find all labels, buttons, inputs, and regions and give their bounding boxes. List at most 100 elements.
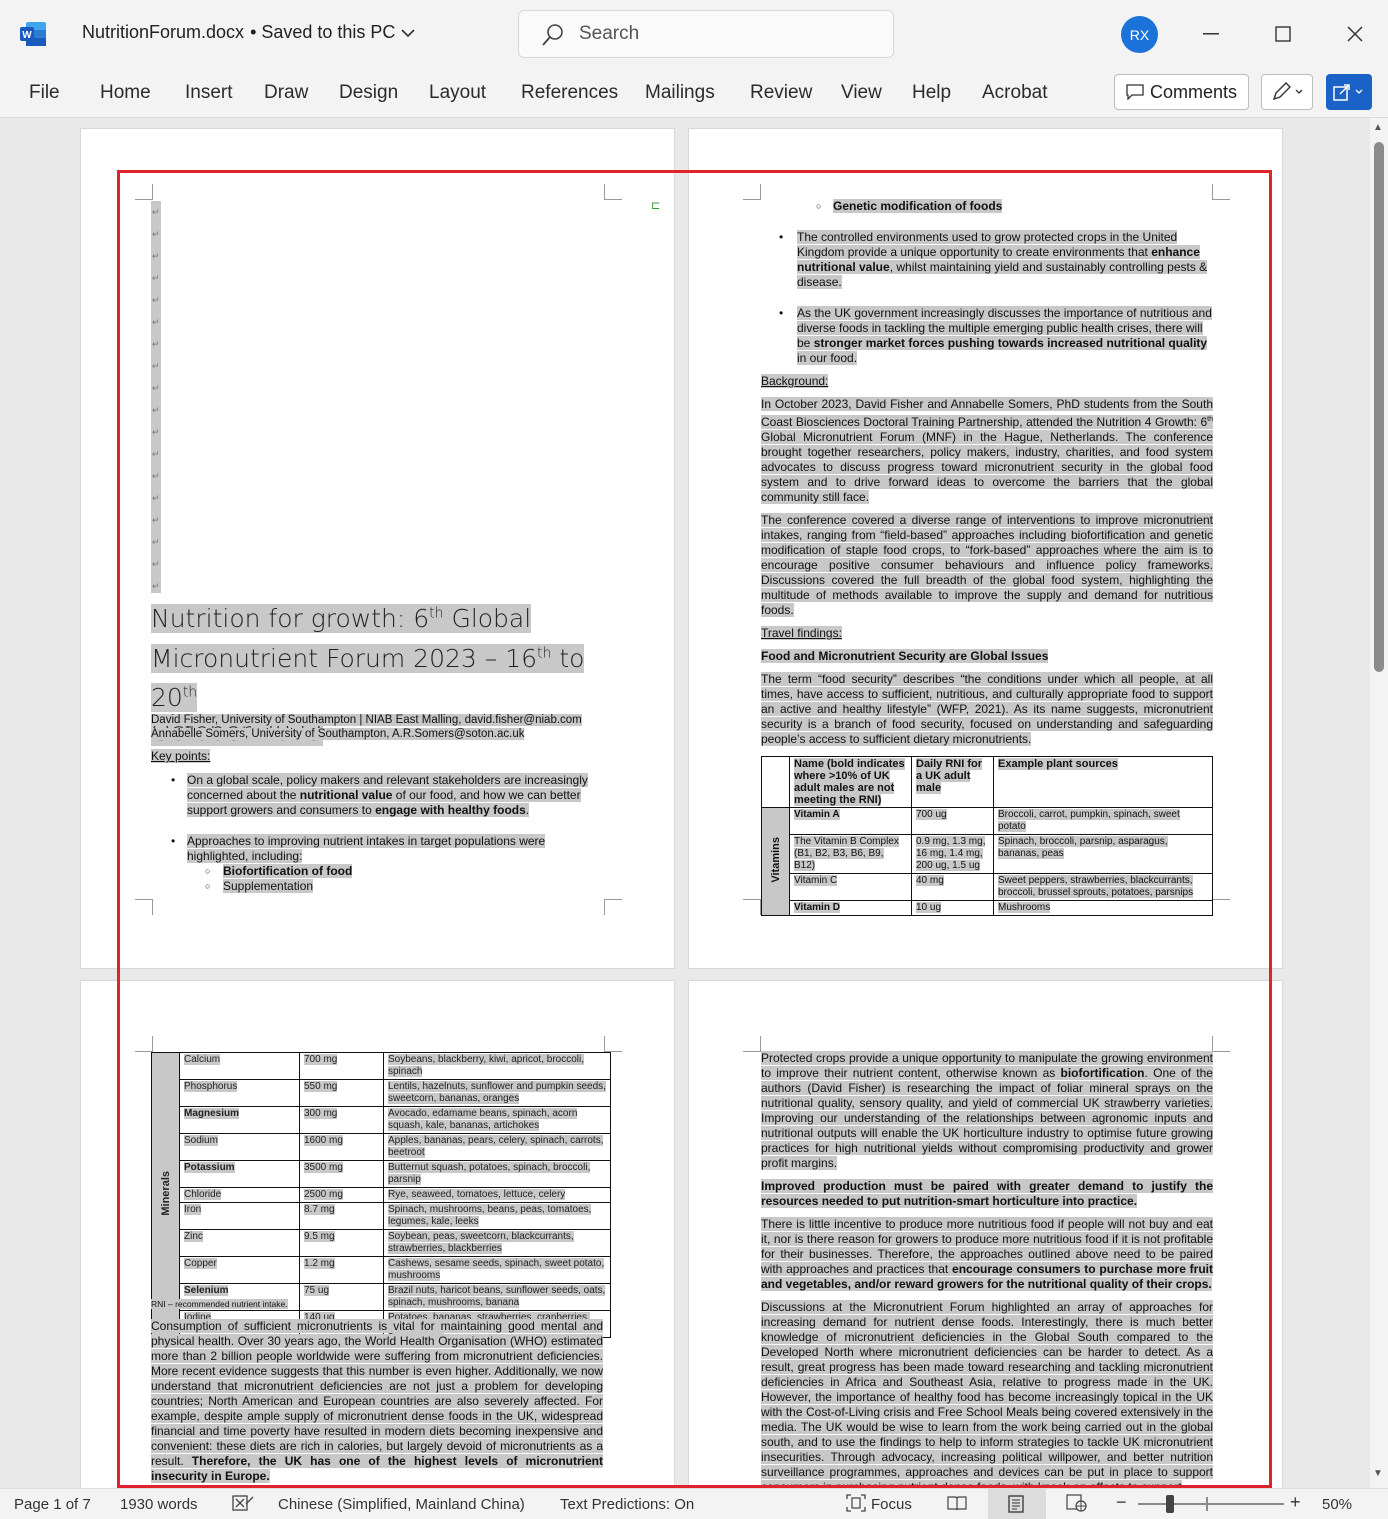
- pencil-icon: [1272, 82, 1303, 101]
- tab-acrobat[interactable]: Acrobat: [982, 82, 1047, 104]
- table-row: Copper 1.2 mg Cashews, sesame seeds, spina…: [152, 1256, 611, 1284]
- doc-name: NutritionForum.docx: [82, 22, 245, 42]
- close-button[interactable]: [1341, 20, 1369, 48]
- scroll-up-icon[interactable]: ▲: [1373, 122, 1383, 133]
- author-2: Annabelle Somers, University of Southamp…: [151, 728, 525, 740]
- table-row: Phosphorus 550 mg Lentils, hazelnuts, sunf…: [152, 1079, 611, 1107]
- status-bar: Page 1 of 7 1930 words Chinese (Simplifi…: [0, 1488, 1388, 1519]
- crop-mark: [1212, 184, 1230, 200]
- key-points-heading: Key points:: [151, 749, 211, 763]
- document-title[interactable]: NutritionForum.docx • Saved to this PC: [82, 22, 416, 43]
- page-2[interactable]: ○ Genetic modification of foods • The cont…: [688, 128, 1283, 969]
- share-button[interactable]: [1326, 74, 1372, 110]
- crop-mark: [1212, 1036, 1230, 1052]
- food-security-paragraph: The term “food security” describes “the …: [761, 672, 1213, 746]
- read-mode-icon[interactable]: [946, 1494, 968, 1516]
- authors: David Fisher, University of Southampton …: [151, 713, 621, 741]
- ribbon-tabs: File Home Insert Draw Design Layout Refe…: [0, 68, 1388, 118]
- language-indicator[interactable]: Chinese (Simplified, Mainland China): [278, 1496, 525, 1513]
- incentive-paragraph: There is little incentive to produce mor…: [761, 1217, 1214, 1291]
- zoom-slider-center-tick: [1206, 1497, 1208, 1511]
- table-row: The Vitamin B Complex (B1, B2, B3, B6, B…: [762, 834, 1213, 874]
- tab-view[interactable]: View: [841, 82, 882, 104]
- tab-review[interactable]: Review: [750, 82, 812, 104]
- sub-list-item: ○ Biofortification of food: [205, 864, 353, 878]
- tab-layout[interactable]: Layout: [429, 82, 486, 104]
- table-row: Chloride 2500 mg Rye, seaweed, tomatoes, l…: [152, 1187, 611, 1203]
- tab-insert[interactable]: Insert: [185, 82, 233, 104]
- discussions-paragraph: Discussions at the Micronutrient Forum h…: [761, 1300, 1213, 1488]
- zoom-slider[interactable]: [1138, 1495, 1284, 1513]
- page-1[interactable]: ↵ ↵ ↵ ↵ ↵ ↵ ↵ ↵ ↵ ↵ ↵ ↵ ↵ ↵ ↵ ↵ ↵ ↵ ⊏ Nutrition for growt…: [80, 128, 675, 969]
- scroll-down-icon[interactable]: ▼: [1373, 1468, 1383, 1479]
- tab-help[interactable]: Help: [912, 82, 951, 104]
- tab-file[interactable]: File: [29, 82, 60, 104]
- sub-list-item: ○ Supplementation: [205, 879, 314, 893]
- print-layout-icon: [1008, 1495, 1024, 1513]
- tab-draw[interactable]: Draw: [264, 82, 308, 104]
- crop-mark: [135, 184, 153, 200]
- table-note: RNI – recommended nutrient intake.: [151, 1299, 288, 1309]
- page-2-body: ○ Genetic modification of foods • The cont…: [761, 199, 1213, 916]
- table-row: Zinc 9.5 mg Soybean, peas, sweetcorn, blac…: [152, 1229, 611, 1257]
- print-layout-button[interactable]: [988, 1489, 1046, 1519]
- web-layout-icon[interactable]: [1066, 1494, 1088, 1516]
- page-3[interactable]: Minerals Calcium 700 mg Soybeans, blackb…: [80, 980, 675, 1488]
- page-count[interactable]: Page 1 of 7: [14, 1496, 91, 1513]
- vertical-scrollbar[interactable]: ▲ ▼: [1370, 118, 1388, 1488]
- crop-mark: [743, 1036, 761, 1052]
- avatar[interactable]: RX: [1121, 16, 1158, 53]
- document-canvas[interactable]: ↵ ↵ ↵ ↵ ↵ ↵ ↵ ↵ ↵ ↵ ↵ ↵ ↵ ↵ ↵ ↵ ↵ ↵ ⊏ Nutrition for growt…: [0, 118, 1370, 1488]
- share-icon: [1333, 84, 1363, 101]
- word-count[interactable]: 1930 words: [120, 1496, 198, 1513]
- focus-label[interactable]: Focus: [871, 1496, 912, 1513]
- consumption-paragraph: Consumption of sufficient micronutrients…: [151, 1319, 603, 1483]
- maximize-button[interactable]: [1269, 20, 1297, 48]
- focus-icon[interactable]: [846, 1494, 866, 1516]
- tab-mailings[interactable]: Mailings: [645, 82, 715, 104]
- editing-mode-button[interactable]: [1261, 74, 1313, 110]
- scroll-thumb[interactable]: [1374, 142, 1384, 672]
- key-points-list: • On a global scale, policy makers and r…: [171, 773, 601, 894]
- table-row: Minerals Calcium 700 mg Soybeans, blackb…: [151, 1052, 611, 1338]
- tab-home[interactable]: Home: [100, 82, 151, 104]
- crop-mark: [1212, 899, 1230, 915]
- comment-marker-icon[interactable]: ⊏: [651, 199, 660, 212]
- crop-mark: [743, 184, 761, 200]
- minimize-button[interactable]: [1197, 20, 1225, 48]
- crop-mark: [604, 1036, 622, 1052]
- sub-list-item: ○ Genetic modification of foods: [816, 199, 1003, 213]
- zoom-out-button[interactable]: −: [1116, 1492, 1127, 1513]
- search-icon: [542, 24, 563, 46]
- background-paragraph-1: In October 2023, David Fisher and Annabe…: [761, 397, 1213, 504]
- table-header-row: Name (bold indicates where >10% of UK ad…: [761, 756, 1213, 808]
- crop-mark: [604, 899, 622, 915]
- page-4[interactable]: Protected crops provide a unique opportu…: [688, 980, 1283, 1488]
- word-app-icon: W: [20, 22, 46, 46]
- crop-mark: [135, 899, 153, 915]
- text-predictions[interactable]: Text Predictions: On: [560, 1496, 694, 1513]
- comments-button[interactable]: Comments: [1114, 74, 1249, 110]
- proofing-icon[interactable]: [232, 1494, 254, 1516]
- search-box[interactable]: Search: [518, 10, 894, 58]
- tab-design[interactable]: Design: [339, 82, 398, 104]
- chevron-down-icon: [401, 22, 416, 43]
- background-heading: Background:: [761, 374, 829, 388]
- zoom-slider-thumb[interactable]: [1166, 1495, 1174, 1513]
- save-status: • Saved to this PC: [250, 22, 396, 42]
- vitamins-table: Name (bold indicates where >10% of UK ad…: [761, 756, 1213, 916]
- title-bar: W NutritionForum.docx • Saved to this PC…: [0, 0, 1388, 68]
- list-item: • The controlled environments used to gro…: [779, 230, 1208, 289]
- table-row: Vitamin C 40 mg Sweet peppers, strawberr…: [762, 873, 1213, 901]
- crop-mark: [604, 184, 622, 200]
- zoom-in-button[interactable]: +: [1290, 1492, 1301, 1513]
- demand-heading: Improved production must be paired with …: [761, 1179, 1213, 1208]
- biofortification-paragraph: Protected crops provide a unique opportu…: [761, 1051, 1213, 1170]
- comment-icon: [1126, 84, 1144, 100]
- list-item: • As the UK government increasingly discu…: [779, 306, 1212, 365]
- table-row: Potassium 3500 mg Butternut squash, potato…: [152, 1160, 611, 1188]
- table-row: Iron 8.7 mg Spinach, mushrooms, beans, pea…: [152, 1202, 611, 1230]
- search-placeholder: Search: [579, 23, 640, 44]
- tab-references[interactable]: References: [521, 82, 618, 104]
- zoom-level[interactable]: 50%: [1322, 1496, 1352, 1513]
